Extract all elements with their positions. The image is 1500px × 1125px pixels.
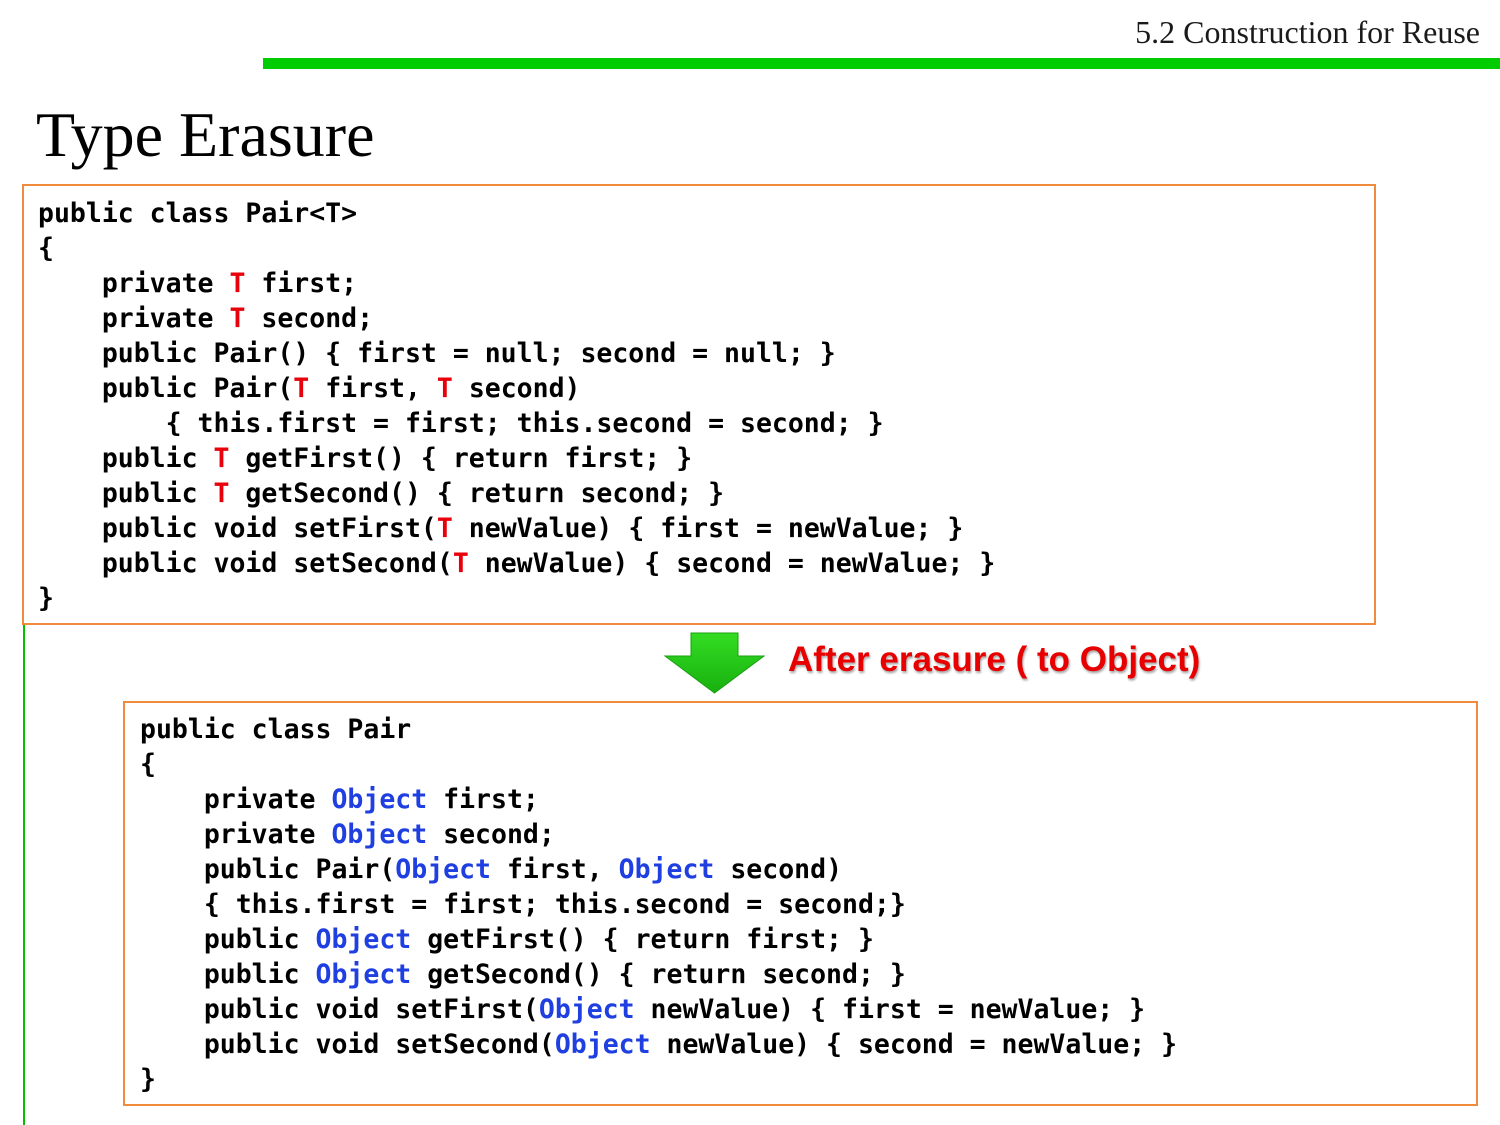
code-line: { — [38, 233, 54, 264]
type-token: T — [229, 303, 246, 334]
erased-code-box: public class Pair { private Object first;… — [123, 701, 1478, 1106]
code-line: public void setFirst(T newValue) { first… — [38, 513, 964, 544]
code-line: public Pair(T first, T second) — [38, 373, 581, 404]
code-line: { this.first = first; this.second = seco… — [140, 889, 906, 920]
code-line: public Pair(Object first, Object second) — [140, 854, 843, 885]
code-line: public T getSecond() { return second; } — [38, 478, 725, 509]
code-line: public void setSecond(T newValue) { seco… — [38, 548, 996, 579]
left-accent-rule — [23, 624, 25, 1125]
type-token: Object — [538, 994, 635, 1025]
type-token: T — [213, 443, 230, 474]
code-line: public void setFirst(Object newValue) { … — [140, 994, 1146, 1025]
type-token: Object — [618, 854, 715, 885]
type-token: Object — [554, 1029, 651, 1060]
generic-code-box: public class Pair<T> { private T first; p… — [22, 184, 1376, 625]
code-line: } — [140, 1064, 156, 1095]
type-token: T — [229, 268, 246, 299]
code-line: private T second; — [38, 303, 374, 334]
code-line: public class Pair — [140, 714, 412, 745]
slide-title: Type Erasure — [36, 99, 375, 170]
type-token: Object — [331, 784, 428, 815]
code-line: public Pair() { first = null; second = n… — [38, 338, 836, 369]
code-line: public T getFirst() { return first; } — [38, 443, 693, 474]
type-token: T — [436, 513, 453, 544]
erasure-annotation: After erasure ( to Object) — [788, 640, 1201, 679]
type-token: T — [452, 548, 469, 579]
type-token: Object — [315, 959, 412, 990]
section-label: 5.2 Construction for Reuse — [1135, 14, 1480, 50]
type-token: T — [213, 478, 230, 509]
code-line: } — [38, 583, 54, 614]
type-token: T — [293, 373, 310, 404]
code-line: { — [140, 749, 156, 780]
code-line: { this.first = first; this.second = seco… — [38, 408, 884, 439]
generic-code: public class Pair<T> { private T first; p… — [38, 196, 1374, 616]
type-token: T — [436, 373, 453, 404]
type-token: Object — [395, 854, 492, 885]
erased-code: public class Pair { private Object first;… — [140, 712, 1476, 1097]
down-arrow-icon — [664, 632, 765, 694]
code-line: public void setSecond(Object newValue) {… — [140, 1029, 1178, 1060]
code-line: private T first; — [38, 268, 358, 299]
code-line: public Object getFirst() { return first;… — [140, 924, 874, 955]
code-line: private Object first; — [140, 784, 539, 815]
code-line: private Object second; — [140, 819, 555, 850]
code-line: public class Pair<T> — [38, 198, 358, 229]
code-line: public Object getSecond() { return secon… — [140, 959, 906, 990]
type-token: Object — [315, 924, 412, 955]
header-accent-bar — [263, 58, 1500, 69]
type-token: Object — [331, 819, 428, 850]
